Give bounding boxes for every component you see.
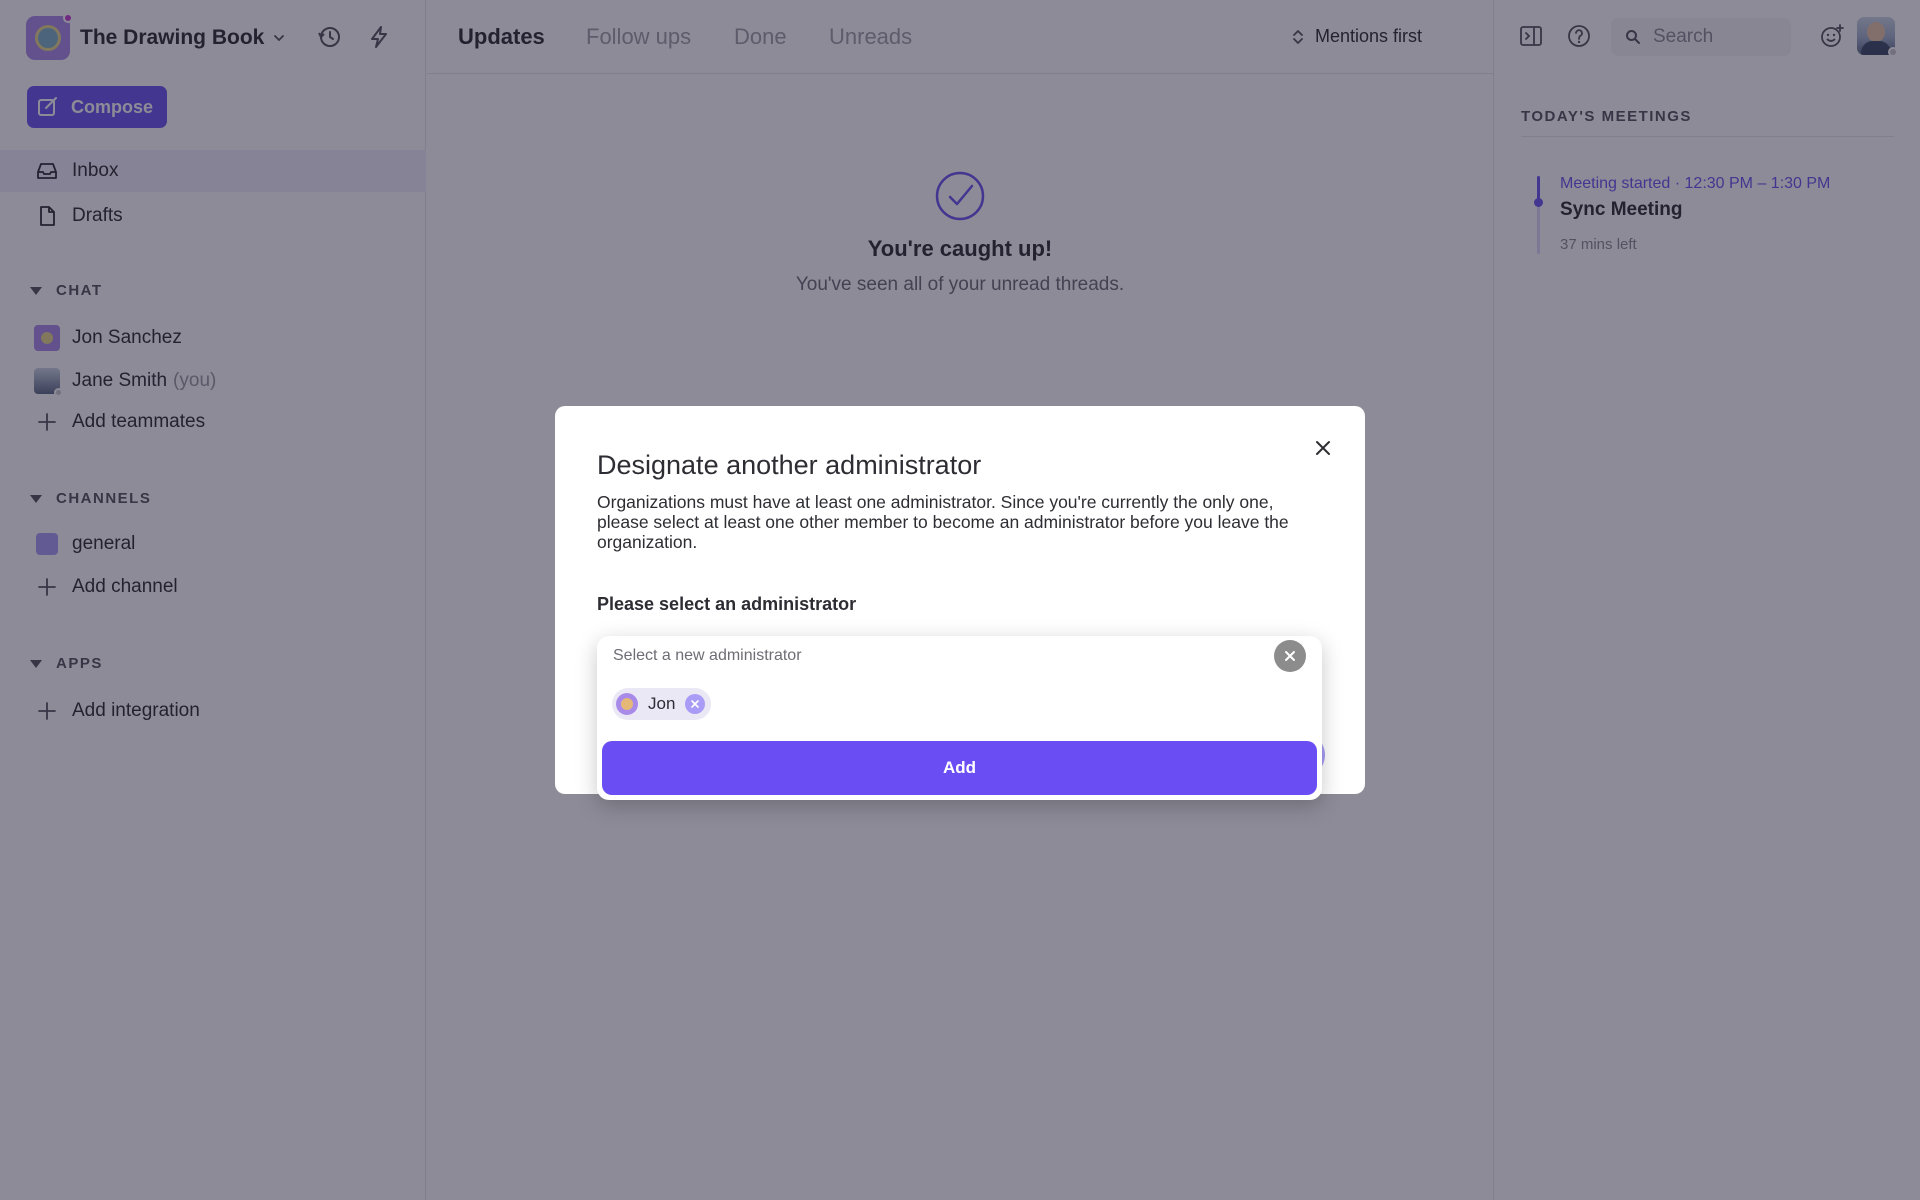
close-icon xyxy=(691,700,700,708)
selected-member-chip: Jon xyxy=(612,688,712,720)
admin-select-dropdown: Select a new administrator Jon Add xyxy=(597,636,1322,800)
remove-chip-button[interactable] xyxy=(685,694,706,714)
select-placeholder[interactable]: Select a new administrator xyxy=(613,647,802,665)
modal-title: Designate another administrator xyxy=(597,450,982,480)
close-icon[interactable] xyxy=(1311,436,1335,460)
select-label: Please select an administrator xyxy=(597,594,857,614)
clear-selection-button[interactable] xyxy=(1274,640,1306,672)
close-icon xyxy=(1285,651,1295,661)
avatar xyxy=(616,693,638,715)
chip-label: Jon xyxy=(648,694,676,713)
modal-description: Organizations must have at least one adm… xyxy=(597,492,1289,552)
add-button[interactable]: Add xyxy=(602,741,1317,795)
